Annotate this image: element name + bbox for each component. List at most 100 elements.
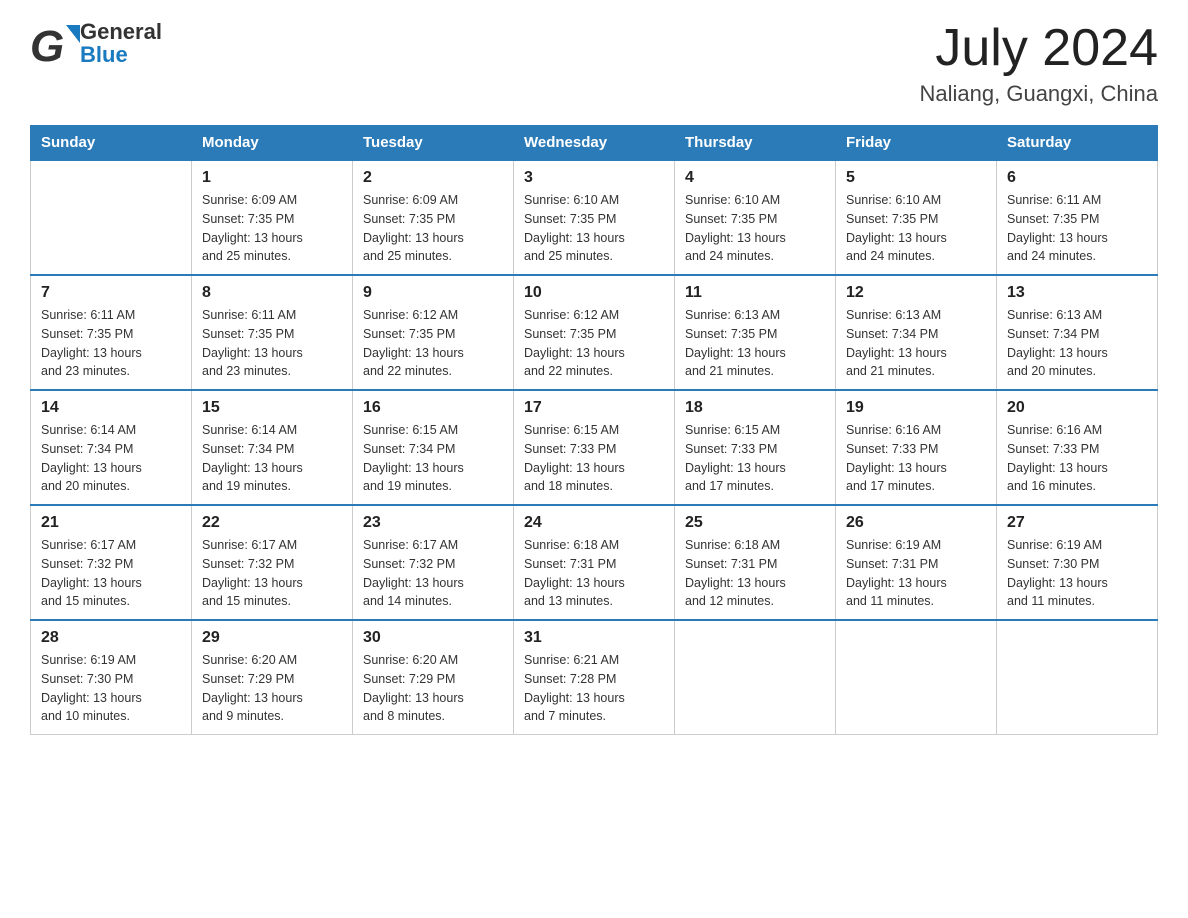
- day-number: 24: [524, 514, 664, 532]
- day-info: Sunrise: 6:17 AMSunset: 7:32 PMDaylight:…: [363, 536, 503, 611]
- day-number: 13: [1007, 284, 1147, 302]
- calendar-day-cell: 3 Sunrise: 6:10 AMSunset: 7:35 PMDaylight…: [514, 160, 675, 275]
- svg-text:G: G: [30, 22, 64, 71]
- day-info: Sunrise: 6:20 AMSunset: 7:29 PMDaylight:…: [363, 651, 503, 726]
- day-number: 5: [846, 169, 986, 187]
- calendar-day-cell: [675, 620, 836, 735]
- day-info: Sunrise: 6:13 AMSunset: 7:34 PMDaylight:…: [1007, 306, 1147, 381]
- calendar-day-cell: 15 Sunrise: 6:14 AMSunset: 7:34 PMDayligh…: [192, 390, 353, 505]
- logo: G General Blue: [30, 20, 162, 66]
- calendar-day-cell: 12Sunrise: 6:13 AMSunset: 7:34 PMDayligh…: [836, 275, 997, 390]
- day-info: Sunrise: 6:15 AMSunset: 7:33 PMDaylight:…: [685, 421, 825, 496]
- calendar-day-cell: 13 Sunrise: 6:13 AMSunset: 7:34 PMDayligh…: [997, 275, 1158, 390]
- day-info: Sunrise: 6:09 AMSunset: 7:35 PMDaylight:…: [202, 191, 342, 266]
- day-info: Sunrise: 6:10 AMSunset: 7:35 PMDaylight:…: [524, 191, 664, 266]
- day-number: 28: [41, 629, 181, 647]
- calendar-day-cell: 27Sunrise: 6:19 AMSunset: 7:30 PMDayligh…: [997, 505, 1158, 620]
- calendar-day-cell: 9 Sunrise: 6:12 AMSunset: 7:35 PMDaylight…: [353, 275, 514, 390]
- calendar-day-cell: 8 Sunrise: 6:11 AMSunset: 7:35 PMDaylight…: [192, 275, 353, 390]
- day-info: Sunrise: 6:11 AMSunset: 7:35 PMDaylight:…: [202, 306, 342, 381]
- day-info: Sunrise: 6:17 AMSunset: 7:32 PMDaylight:…: [202, 536, 342, 611]
- calendar-day-cell: 25Sunrise: 6:18 AMSunset: 7:31 PMDayligh…: [675, 505, 836, 620]
- day-info: Sunrise: 6:19 AMSunset: 7:31 PMDaylight:…: [846, 536, 986, 611]
- day-info: Sunrise: 6:12 AMSunset: 7:35 PMDaylight:…: [363, 306, 503, 381]
- page-header: G General Blue July 2024 Naliang, Guangx…: [30, 20, 1158, 107]
- day-info: Sunrise: 6:16 AMSunset: 7:33 PMDaylight:…: [1007, 421, 1147, 496]
- day-info: Sunrise: 6:09 AMSunset: 7:35 PMDaylight:…: [363, 191, 503, 266]
- day-number: 8: [202, 284, 342, 302]
- calendar-day-cell: 16 Sunrise: 6:15 AMSunset: 7:34 PMDayligh…: [353, 390, 514, 505]
- calendar-day-header: Wednesday: [514, 126, 675, 161]
- day-number: 4: [685, 169, 825, 187]
- calendar-day-cell: [31, 160, 192, 275]
- calendar-week-row: 14 Sunrise: 6:14 AMSunset: 7:34 PMDayligh…: [31, 390, 1158, 505]
- day-info: Sunrise: 6:13 AMSunset: 7:34 PMDaylight:…: [846, 306, 986, 381]
- logo-icon: G: [30, 21, 76, 65]
- calendar-day-cell: 30 Sunrise: 6:20 AMSunset: 7:29 PMDayligh…: [353, 620, 514, 735]
- calendar-day-header: Friday: [836, 126, 997, 161]
- day-number: 30: [363, 629, 503, 647]
- day-info: Sunrise: 6:14 AMSunset: 7:34 PMDaylight:…: [41, 421, 181, 496]
- day-number: 15: [202, 399, 342, 417]
- day-number: 31: [524, 629, 664, 647]
- calendar-week-row: 28 Sunrise: 6:19 AMSunset: 7:30 PMDayligh…: [31, 620, 1158, 735]
- logo-blue-text: Blue: [80, 43, 162, 66]
- day-number: 14: [41, 399, 181, 417]
- day-number: 22: [202, 514, 342, 532]
- calendar-week-row: 7 Sunrise: 6:11 AMSunset: 7:35 PMDaylight…: [31, 275, 1158, 390]
- calendar-title: July 2024: [920, 20, 1158, 77]
- calendar-day-cell: 21 Sunrise: 6:17 AMSunset: 7:32 PMDayligh…: [31, 505, 192, 620]
- day-number: 29: [202, 629, 342, 647]
- calendar-header-row: SundayMondayTuesdayWednesdayThursdayFrid…: [31, 126, 1158, 161]
- calendar-day-cell: 22 Sunrise: 6:17 AMSunset: 7:32 PMDayligh…: [192, 505, 353, 620]
- calendar-day-header: Thursday: [675, 126, 836, 161]
- day-number: 25: [685, 514, 825, 532]
- day-info: Sunrise: 6:15 AMSunset: 7:34 PMDaylight:…: [363, 421, 503, 496]
- calendar-day-cell: 6Sunrise: 6:11 AMSunset: 7:35 PMDaylight…: [997, 160, 1158, 275]
- day-number: 23: [363, 514, 503, 532]
- day-number: 21: [41, 514, 181, 532]
- calendar-day-cell: 5Sunrise: 6:10 AMSunset: 7:35 PMDaylight…: [836, 160, 997, 275]
- day-number: 11: [685, 284, 825, 302]
- day-number: 9: [363, 284, 503, 302]
- calendar-day-cell: 19Sunrise: 6:16 AMSunset: 7:33 PMDayligh…: [836, 390, 997, 505]
- day-number: 7: [41, 284, 181, 302]
- day-info: Sunrise: 6:21 AMSunset: 7:28 PMDaylight:…: [524, 651, 664, 726]
- day-number: 6: [1007, 169, 1147, 187]
- calendar-day-header: Saturday: [997, 126, 1158, 161]
- calendar-day-header: Monday: [192, 126, 353, 161]
- day-number: 18: [685, 399, 825, 417]
- day-info: Sunrise: 6:10 AMSunset: 7:35 PMDaylight:…: [685, 191, 825, 266]
- day-number: 20: [1007, 399, 1147, 417]
- day-info: Sunrise: 6:19 AMSunset: 7:30 PMDaylight:…: [41, 651, 181, 726]
- calendar-day-cell: 17Sunrise: 6:15 AMSunset: 7:33 PMDayligh…: [514, 390, 675, 505]
- calendar-table: SundayMondayTuesdayWednesdayThursdayFrid…: [30, 125, 1158, 735]
- day-info: Sunrise: 6:20 AMSunset: 7:29 PMDaylight:…: [202, 651, 342, 726]
- calendar-day-cell: 24 Sunrise: 6:18 AMSunset: 7:31 PMDayligh…: [514, 505, 675, 620]
- calendar-day-cell: 29 Sunrise: 6:20 AMSunset: 7:29 PMDayligh…: [192, 620, 353, 735]
- day-number: 17: [524, 399, 664, 417]
- day-info: Sunrise: 6:19 AMSunset: 7:30 PMDaylight:…: [1007, 536, 1147, 611]
- calendar-week-row: 21 Sunrise: 6:17 AMSunset: 7:32 PMDayligh…: [31, 505, 1158, 620]
- day-info: Sunrise: 6:12 AMSunset: 7:35 PMDaylight:…: [524, 306, 664, 381]
- calendar-day-cell: 18 Sunrise: 6:15 AMSunset: 7:33 PMDayligh…: [675, 390, 836, 505]
- calendar-day-cell: 31 Sunrise: 6:21 AMSunset: 7:28 PMDayligh…: [514, 620, 675, 735]
- calendar-day-cell: 1Sunrise: 6:09 AMSunset: 7:35 PMDaylight…: [192, 160, 353, 275]
- calendar-day-cell: 23 Sunrise: 6:17 AMSunset: 7:32 PMDayligh…: [353, 505, 514, 620]
- day-number: 19: [846, 399, 986, 417]
- day-number: 16: [363, 399, 503, 417]
- logo-general-text: General: [80, 20, 162, 43]
- day-info: Sunrise: 6:17 AMSunset: 7:32 PMDaylight:…: [41, 536, 181, 611]
- day-info: Sunrise: 6:11 AMSunset: 7:35 PMDaylight:…: [41, 306, 181, 381]
- day-number: 3: [524, 169, 664, 187]
- calendar-subtitle: Naliang, Guangxi, China: [920, 81, 1158, 107]
- day-info: Sunrise: 6:13 AMSunset: 7:35 PMDaylight:…: [685, 306, 825, 381]
- calendar-day-cell: [836, 620, 997, 735]
- day-info: Sunrise: 6:14 AMSunset: 7:34 PMDaylight:…: [202, 421, 342, 496]
- calendar-day-header: Sunday: [31, 126, 192, 161]
- day-info: Sunrise: 6:18 AMSunset: 7:31 PMDaylight:…: [524, 536, 664, 611]
- calendar-day-cell: 10Sunrise: 6:12 AMSunset: 7:35 PMDayligh…: [514, 275, 675, 390]
- calendar-day-header: Tuesday: [353, 126, 514, 161]
- title-block: July 2024 Naliang, Guangxi, China: [920, 20, 1158, 107]
- calendar-day-cell: 26Sunrise: 6:19 AMSunset: 7:31 PMDayligh…: [836, 505, 997, 620]
